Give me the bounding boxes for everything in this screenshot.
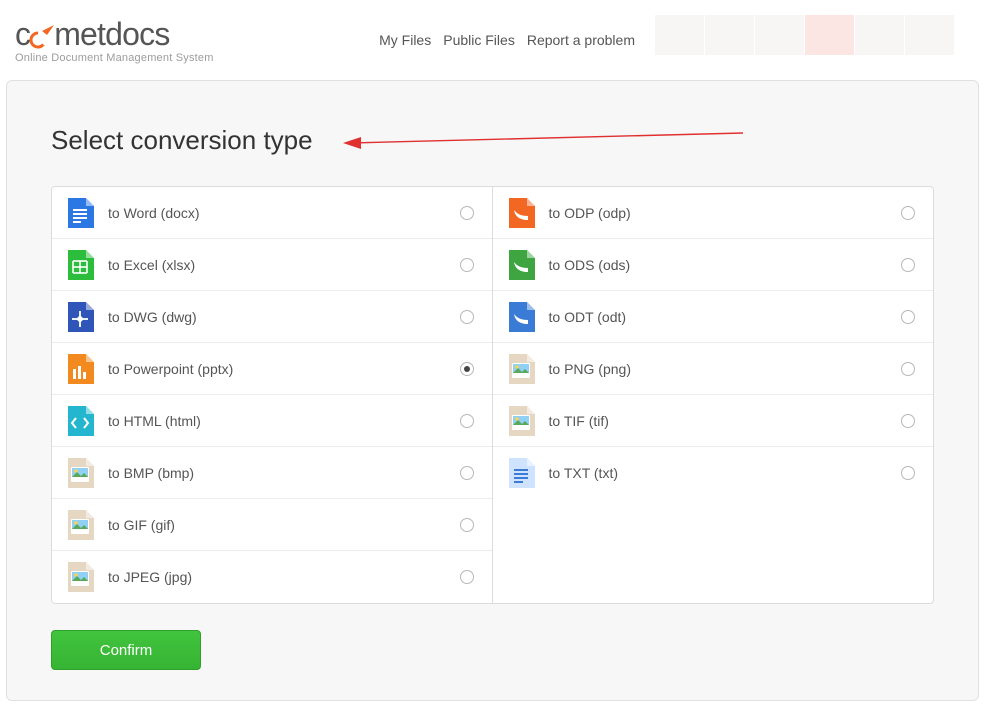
logo-text: c metdocs	[15, 18, 214, 50]
nav-report-problem[interactable]: Report a problem	[527, 32, 635, 48]
dwg-file-icon	[66, 302, 94, 332]
excel-file-icon	[66, 250, 94, 280]
option-radio[interactable]	[460, 258, 474, 272]
option-to-dwg[interactable]: to DWG (dwg)	[52, 291, 492, 343]
option-label: to Excel (xlsx)	[108, 257, 460, 273]
option-radio[interactable]	[460, 206, 474, 220]
odp-file-icon	[507, 198, 535, 228]
option-radio[interactable]	[901, 414, 915, 428]
option-radio[interactable]	[460, 362, 474, 376]
option-label: to ODP (odp)	[549, 205, 902, 221]
nav-tab[interactable]	[705, 15, 755, 55]
option-label: to GIF (gif)	[108, 517, 460, 533]
panel-title: Select conversion type	[51, 125, 313, 156]
option-to-tif[interactable]: to TIF (tif)	[493, 395, 934, 447]
confirm-button[interactable]: Confirm	[51, 630, 201, 670]
ppt-file-icon	[66, 354, 94, 384]
option-radio[interactable]	[460, 570, 474, 584]
nav-tab[interactable]	[755, 15, 805, 55]
option-to-word[interactable]: to Word (docx)	[52, 187, 492, 239]
option-label: to Word (docx)	[108, 205, 460, 221]
nav-tab-active[interactable]	[805, 15, 855, 55]
option-to-ods[interactable]: to ODS (ods)	[493, 239, 934, 291]
option-label: to ODS (ods)	[549, 257, 902, 273]
option-radio[interactable]	[901, 310, 915, 324]
option-radio[interactable]	[460, 466, 474, 480]
annotation-arrow-icon	[343, 131, 743, 151]
top-nav: My Files Public Files Report a problem	[379, 18, 635, 48]
option-label: to Powerpoint (pptx)	[108, 361, 460, 377]
img-file-icon	[66, 562, 94, 592]
nav-tab[interactable]	[655, 15, 705, 55]
option-to-odt[interactable]: to ODT (odt)	[493, 291, 934, 343]
nav-public-files[interactable]: Public Files	[443, 32, 515, 48]
conversion-grid: to Word (docx) to Excel (xlsx) to DWG (d…	[51, 186, 934, 604]
option-radio[interactable]	[460, 310, 474, 324]
option-to-png[interactable]: to PNG (png)	[493, 343, 934, 395]
odp-file-icon	[507, 302, 535, 332]
logo-tagline: Online Document Management System	[15, 52, 214, 64]
option-label: to ODT (odt)	[549, 309, 902, 325]
option-radio[interactable]	[460, 414, 474, 428]
img-file-icon	[507, 406, 535, 436]
odp-file-icon	[507, 250, 535, 280]
option-to-jpeg[interactable]: to JPEG (jpg)	[52, 551, 492, 603]
option-to-ppt[interactable]: to Powerpoint (pptx)	[52, 343, 492, 395]
nav-tab[interactable]	[905, 15, 955, 55]
option-label: to TXT (txt)	[549, 465, 902, 481]
word-file-icon	[66, 198, 94, 228]
logo[interactable]: c metdocs Online Document Management Sys…	[15, 18, 214, 64]
txt-file-icon	[507, 458, 535, 488]
option-label: to PNG (png)	[549, 361, 902, 377]
header: c metdocs Online Document Management Sys…	[0, 0, 985, 74]
option-to-excel[interactable]: to Excel (xlsx)	[52, 239, 492, 291]
img-file-icon	[66, 458, 94, 488]
nav-my-files[interactable]: My Files	[379, 32, 431, 48]
html-file-icon	[66, 406, 94, 436]
confirm-button-label: Confirm	[100, 642, 153, 659]
comet-icon	[28, 22, 56, 46]
option-radio[interactable]	[901, 206, 915, 220]
option-to-gif[interactable]: to GIF (gif)	[52, 499, 492, 551]
option-label: to JPEG (jpg)	[108, 569, 460, 585]
option-label: to HTML (html)	[108, 413, 460, 429]
nav-tab[interactable]	[855, 15, 905, 55]
option-radio[interactable]	[901, 362, 915, 376]
option-radio[interactable]	[901, 258, 915, 272]
option-to-odp[interactable]: to ODP (odp)	[493, 187, 934, 239]
option-radio[interactable]	[460, 518, 474, 532]
option-label: to DWG (dwg)	[108, 309, 460, 325]
option-label: to TIF (tif)	[549, 413, 902, 429]
img-file-icon	[507, 354, 535, 384]
option-to-html[interactable]: to HTML (html)	[52, 395, 492, 447]
nav-tabs	[655, 15, 955, 55]
option-radio[interactable]	[901, 466, 915, 480]
option-to-bmp[interactable]: to BMP (bmp)	[52, 447, 492, 499]
conversion-panel: Select conversion type to Word (docx) to…	[6, 80, 979, 701]
option-label: to BMP (bmp)	[108, 465, 460, 481]
option-to-txt[interactable]: to TXT (txt)	[493, 447, 934, 499]
img-file-icon	[66, 510, 94, 540]
